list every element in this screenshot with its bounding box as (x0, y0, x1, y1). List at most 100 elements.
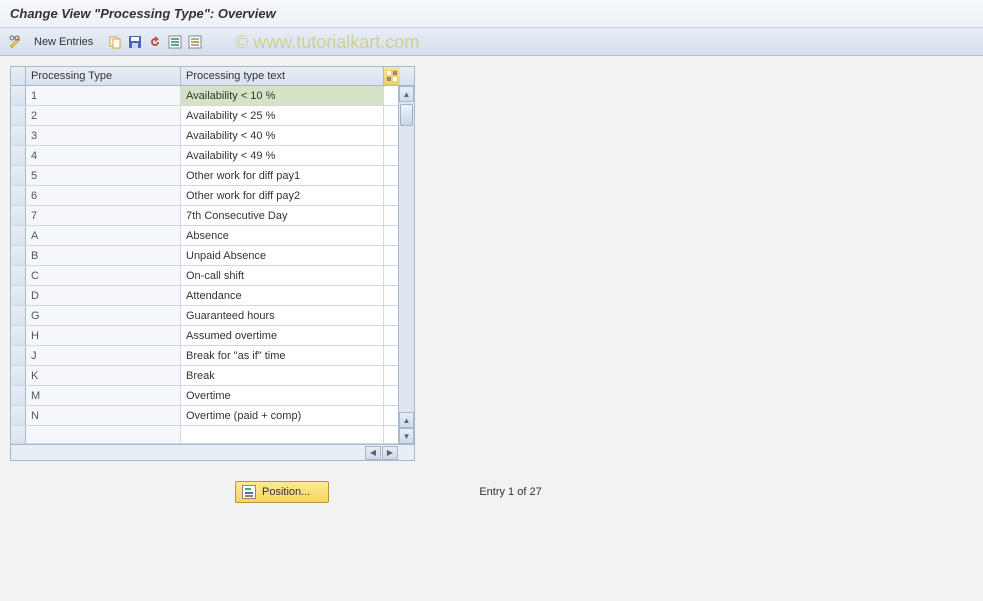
cell-processing-text[interactable]: Overtime (paid + comp) (181, 406, 384, 425)
scroll-right-button[interactable]: ▶ (382, 446, 398, 460)
position-label: Position... (262, 486, 310, 498)
undo-icon[interactable] (147, 34, 163, 50)
cell-processing-type[interactable]: A (26, 226, 181, 245)
scroll-left-button[interactable]: ◀ (365, 446, 381, 460)
deselect-all-icon[interactable] (187, 34, 203, 50)
table-row: COn-call shift (11, 266, 398, 286)
cell-processing-type[interactable] (26, 426, 181, 443)
save-disk-icon[interactable] (127, 34, 143, 50)
table-row: 3Availability < 40 % (11, 126, 398, 146)
cell-processing-type[interactable]: J (26, 346, 181, 365)
cell-processing-text[interactable]: Absence (181, 226, 384, 245)
table-row: 2Availability < 25 % (11, 106, 398, 126)
row-selector[interactable] (11, 246, 26, 265)
cell-processing-type[interactable]: B (26, 246, 181, 265)
scroll-up-step-button[interactable]: ▲ (399, 412, 414, 428)
row-selector[interactable] (11, 146, 26, 165)
cell-processing-text[interactable]: Break (181, 366, 384, 385)
column-headers: Processing Type Processing type text (11, 67, 414, 86)
table-row: 5Other work for diff pay1 (11, 166, 398, 186)
position-button[interactable]: Position... (235, 481, 329, 503)
empty-row (11, 426, 398, 444)
row-selector[interactable] (11, 346, 26, 365)
entry-counter: Entry 1 of 27 (479, 486, 541, 498)
cell-processing-text[interactable]: Availability < 10 % (181, 86, 384, 105)
table-row: JBreak for "as if" time (11, 346, 398, 366)
cell-processing-text[interactable]: On-call shift (181, 266, 384, 285)
cell-processing-type[interactable]: G (26, 306, 181, 325)
cell-processing-text[interactable]: Availability < 40 % (181, 126, 384, 145)
cell-processing-type[interactable]: D (26, 286, 181, 305)
table-row: BUnpaid Absence (11, 246, 398, 266)
table-row: HAssumed overtime (11, 326, 398, 346)
table-row: NOvertime (paid + comp) (11, 406, 398, 426)
row-selector[interactable] (11, 226, 26, 245)
cell-processing-text[interactable]: 7th Consecutive Day (181, 206, 384, 225)
new-entries-button[interactable]: New Entries (28, 34, 99, 50)
scroll-down-button[interactable]: ▼ (399, 428, 414, 444)
table-row: GGuaranteed hours (11, 306, 398, 326)
footer: Position... Entry 1 of 27 (10, 481, 973, 503)
row-selector[interactable] (11, 426, 26, 443)
cell-processing-text[interactable]: Guaranteed hours (181, 306, 384, 325)
cell-processing-text[interactable]: Overtime (181, 386, 384, 405)
cell-processing-text[interactable]: Other work for diff pay2 (181, 186, 384, 205)
horizontal-scrollbar: ◀ ▶ (11, 444, 414, 460)
cell-processing-text[interactable]: Attendance (181, 286, 384, 305)
cell-processing-type[interactable]: 2 (26, 106, 181, 125)
row-selector[interactable] (11, 166, 26, 185)
table-row: KBreak (11, 366, 398, 386)
column-header-text[interactable]: Processing type text (181, 67, 384, 85)
content-area: Processing Type Processing type text 1Av… (0, 56, 983, 513)
toolbar: New Entries (0, 28, 983, 56)
cell-processing-type[interactable]: M (26, 386, 181, 405)
scroll-up-button[interactable]: ▲ (399, 86, 414, 102)
row-selector[interactable] (11, 186, 26, 205)
pencil-glasses-icon[interactable] (8, 34, 24, 50)
row-selector[interactable] (11, 306, 26, 325)
configure-columns-button[interactable] (384, 67, 400, 85)
table-row: 4Availability < 49 % (11, 146, 398, 166)
row-selector[interactable] (11, 126, 26, 145)
row-selector-header[interactable] (11, 67, 26, 85)
page-title: Change View "Processing Type": Overview (0, 0, 983, 28)
cell-processing-type[interactable]: 6 (26, 186, 181, 205)
table-row: DAttendance (11, 286, 398, 306)
cell-processing-type[interactable]: N (26, 406, 181, 425)
row-selector[interactable] (11, 386, 26, 405)
scroll-track[interactable] (399, 102, 414, 412)
processing-type-table: Processing Type Processing type text 1Av… (10, 66, 415, 461)
table-row: MOvertime (11, 386, 398, 406)
cell-processing-type[interactable]: 1 (26, 86, 181, 105)
row-selector[interactable] (11, 106, 26, 125)
row-selector[interactable] (11, 286, 26, 305)
row-selector[interactable] (11, 326, 26, 345)
cell-processing-type[interactable]: K (26, 366, 181, 385)
select-all-icon[interactable] (167, 34, 183, 50)
row-selector[interactable] (11, 206, 26, 225)
cell-processing-text[interactable]: Break for "as if" time (181, 346, 384, 365)
cell-processing-type[interactable]: 7 (26, 206, 181, 225)
cell-processing-text[interactable] (181, 426, 384, 443)
cell-processing-type[interactable]: 5 (26, 166, 181, 185)
row-selector[interactable] (11, 266, 26, 285)
table-row: AAbsence (11, 226, 398, 246)
row-selector[interactable] (11, 406, 26, 425)
cell-processing-text[interactable]: Other work for diff pay1 (181, 166, 384, 185)
cell-processing-type[interactable]: 4 (26, 146, 181, 165)
cell-processing-type[interactable]: 3 (26, 126, 181, 145)
copy-icon[interactable] (107, 34, 123, 50)
row-selector[interactable] (11, 366, 26, 385)
row-selector[interactable] (11, 86, 26, 105)
column-header-type[interactable]: Processing Type (26, 67, 181, 85)
cell-processing-text[interactable]: Availability < 49 % (181, 146, 384, 165)
scroll-thumb[interactable] (400, 104, 413, 126)
table-row: 6Other work for diff pay2 (11, 186, 398, 206)
table-row: 77th Consecutive Day (11, 206, 398, 226)
vertical-scrollbar[interactable]: ▲ ▲ ▼ (398, 86, 414, 444)
cell-processing-text[interactable]: Unpaid Absence (181, 246, 384, 265)
cell-processing-type[interactable]: C (26, 266, 181, 285)
cell-processing-type[interactable]: H (26, 326, 181, 345)
cell-processing-text[interactable]: Availability < 25 % (181, 106, 384, 125)
cell-processing-text[interactable]: Assumed overtime (181, 326, 384, 345)
